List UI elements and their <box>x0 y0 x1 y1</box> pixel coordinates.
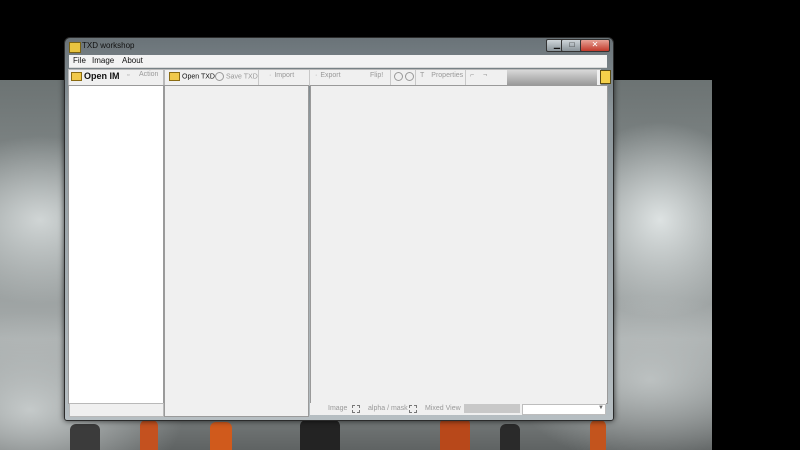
open-txd-button[interactable]: Open TXD <box>169 72 215 81</box>
main-toolbar: Open TXD Save TXD · Import · Export Flip! … <box>164 69 601 86</box>
toolbar-separator <box>309 70 310 85</box>
open-txd-label: Open TXD <box>182 73 215 81</box>
export-icon: · <box>315 72 318 79</box>
zoom-out-icon <box>405 72 414 81</box>
zoom-in-button[interactable] <box>394 72 405 81</box>
toolbar-filler <box>507 70 597 85</box>
img-list-pane[interactable] <box>68 85 164 404</box>
import-icon: · <box>269 72 272 79</box>
menu-bar: File Image About <box>69 55 607 68</box>
small-square-icon: ▫ <box>127 72 130 79</box>
export-label: Export <box>320 72 341 79</box>
toolbar-separator <box>258 70 259 85</box>
alpha-mask-label[interactable]: alpha / mask <box>368 405 408 412</box>
open-img-button[interactable]: Open IMG <box>71 71 119 82</box>
action-button[interactable]: Action <box>139 71 158 78</box>
chevron-down-icon: ▼ <box>598 405 604 411</box>
close-button[interactable]: ✕ <box>580 39 610 52</box>
image-view-label[interactable]: Image <box>328 405 347 412</box>
toolbar-separator <box>465 70 466 85</box>
folder-icon <box>169 72 180 81</box>
notepad-icon[interactable] <box>600 70 611 84</box>
open-img-label: Open IMG <box>84 71 119 81</box>
menu-file[interactable]: File <box>73 56 86 65</box>
wallpaper-figure <box>300 420 340 450</box>
alpha-mask-icon[interactable] <box>409 405 417 413</box>
properties-icon: T <box>420 72 425 79</box>
toolbar-separator <box>390 70 391 85</box>
preview-scroll[interactable] <box>464 404 520 413</box>
img-toolbar: Open IMG ▫ Action <box>68 69 164 86</box>
texture-list-pane[interactable] <box>164 85 309 417</box>
menu-image[interactable]: Image <box>92 56 114 65</box>
preview-statusbar: Image alpha / mask Mixed View ▼ <box>310 403 606 415</box>
wallpaper-figure <box>440 418 470 450</box>
wallpaper-figure <box>140 420 158 450</box>
folder-icon <box>71 72 82 82</box>
menu-about[interactable]: About <box>122 56 143 65</box>
wallpaper-figure <box>70 424 100 450</box>
export-button[interactable]: · Export <box>315 72 341 79</box>
save-txd-button[interactable]: Save TXD <box>215 72 258 81</box>
zoom-in-icon <box>394 72 403 81</box>
window-title: TXD workshop <box>82 41 135 50</box>
save-icon <box>215 72 224 81</box>
toolbar-separator <box>415 70 416 85</box>
view-mode-select[interactable]: ▼ <box>522 404 606 415</box>
texture-preview-pane[interactable] <box>310 85 608 404</box>
app-window: TXD workshop ▁ □ ✕ File Image About Open… <box>64 37 614 421</box>
mixed-view-label[interactable]: Mixed View <box>425 405 461 412</box>
flip-button[interactable]: Flip! <box>370 72 383 79</box>
properties-label: Properties <box>431 72 464 79</box>
img-list-footer <box>69 403 164 417</box>
rotate-left-button[interactable]: ⌐ <box>470 72 474 79</box>
save-txd-label: Save TXD <box>226 73 258 81</box>
properties-button[interactable]: T Properties <box>420 72 463 79</box>
rotate-right-button[interactable]: ¬ <box>483 72 487 79</box>
wallpaper-figure <box>210 422 232 450</box>
txd-app-icon <box>69 42 81 53</box>
wallpaper-figure <box>590 420 606 450</box>
import-label: Import <box>274 72 295 79</box>
import-button[interactable]: · Import <box>269 72 294 79</box>
wallpaper-figure <box>500 424 520 450</box>
image-view-icon[interactable] <box>352 405 360 413</box>
